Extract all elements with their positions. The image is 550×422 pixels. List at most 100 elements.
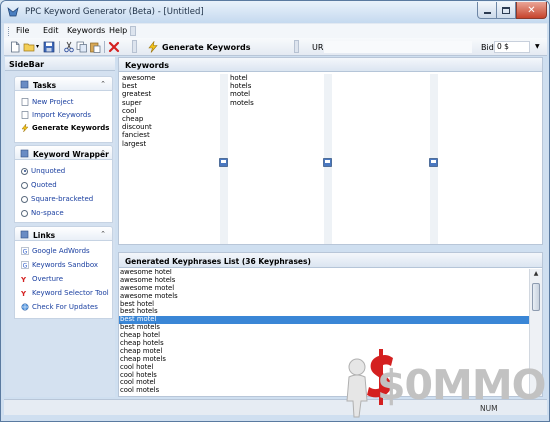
column-toggle-icon[interactable] xyxy=(219,158,228,167)
bid-input[interactable]: 0 $ xyxy=(494,41,530,53)
scrollbar-thumb[interactable] xyxy=(532,283,540,311)
keyword-item: largest xyxy=(122,139,147,148)
lightning-icon xyxy=(148,41,158,53)
list-item[interactable]: awesome motels xyxy=(119,292,529,301)
task-import-keywords[interactable]: Import Keywords xyxy=(21,111,91,119)
copy-icon[interactable] xyxy=(76,41,88,53)
list-item-selected[interactable]: best motel xyxy=(119,315,529,325)
bid-dropdown-icon[interactable]: ▼ xyxy=(535,43,540,50)
window-title: PPC Keyword Generator (Beta) - [Untitled… xyxy=(25,7,204,17)
task-generate-keywords[interactable]: Generate Keywords xyxy=(21,124,109,132)
link-label: Overture xyxy=(32,275,64,283)
keywords-header: Keywords xyxy=(119,58,542,72)
watermark-text: $0MMO xyxy=(377,361,547,409)
radio-no-space[interactable]: No-space xyxy=(21,209,64,217)
save-icon[interactable] xyxy=(43,41,55,53)
google-icon: G xyxy=(21,247,29,255)
close-icon: ✕ xyxy=(527,4,536,16)
keyword-item: fanciest xyxy=(122,131,150,140)
radio-button[interactable] xyxy=(21,209,28,217)
wrapper-panel-header[interactable]: Keyword Wrapper ⌃ xyxy=(14,145,113,160)
keyword-item: cheap xyxy=(122,115,144,124)
menu-grip[interactable] xyxy=(8,27,11,36)
collapse-icon[interactable]: ⌃ xyxy=(100,230,106,238)
column-toggle-icon[interactable] xyxy=(429,158,438,167)
results-header: Generated Keyphrases List (36 Keyphrases… xyxy=(119,253,542,268)
links-panel-header[interactable]: Links ⌃ xyxy=(14,226,113,241)
radio-square-bracketed[interactable]: Square-bracketed xyxy=(21,195,93,203)
toolbar-separator xyxy=(104,41,105,53)
link-keyword-selector-tool[interactable]: Y Keyword Selector Tool xyxy=(21,289,109,297)
radio-button[interactable] xyxy=(21,195,28,203)
maximize-button[interactable] xyxy=(497,2,516,19)
open-dropdown-icon[interactable]: ▾ xyxy=(36,43,39,50)
menu-file[interactable]: File xyxy=(16,26,29,35)
collapse-icon[interactable]: ⌃ xyxy=(100,149,106,157)
toolbar-overflow-button[interactable] xyxy=(132,40,137,53)
column-toggle-icon[interactable] xyxy=(323,158,332,167)
menu-bar: File Edit Keywords Help xyxy=(4,23,547,38)
keyword-column-2[interactable]: hotel hotels motel motels xyxy=(230,74,254,107)
radio-button[interactable] xyxy=(21,181,28,189)
link-label: Google AdWords xyxy=(32,247,90,255)
radio-button[interactable] xyxy=(21,167,28,175)
svg-text:G: G xyxy=(23,249,28,255)
radio-quoted[interactable]: Quoted xyxy=(21,181,57,189)
list-item[interactable]: best hotels xyxy=(119,308,529,316)
keyword-item: greatest xyxy=(122,90,152,99)
keyword-item: cool xyxy=(122,106,137,115)
toolbar-separator xyxy=(59,41,60,53)
list-item[interactable]: awesome hotel xyxy=(119,269,529,277)
sidebar-title: SideBar xyxy=(9,60,45,69)
list-item[interactable]: best motels xyxy=(119,323,529,332)
tasks-panel-header[interactable]: Tasks ⌃ xyxy=(14,76,113,91)
page-icon xyxy=(21,111,29,119)
tasks-panel: New Project Import Keywords Generate Key… xyxy=(14,91,113,143)
list-item[interactable]: awesome hotels xyxy=(119,276,529,285)
radio-unquoted[interactable]: Unquoted xyxy=(21,167,65,175)
links-icon xyxy=(20,230,29,239)
radio-label: Unquoted xyxy=(31,167,66,175)
scroll-up-icon[interactable]: ▲ xyxy=(531,270,541,280)
radio-label: No-space xyxy=(31,209,64,217)
task-label: Import Keywords xyxy=(32,111,92,119)
tasks-title: Tasks xyxy=(33,81,57,90)
menu-edit[interactable]: Edit xyxy=(43,26,59,35)
task-new-project[interactable]: New Project xyxy=(21,98,73,106)
list-item[interactable]: best hotel xyxy=(119,300,529,309)
new-icon[interactable] xyxy=(9,41,21,53)
links-title: Links xyxy=(33,231,56,240)
app-icon xyxy=(7,7,19,17)
menu-overflow-button[interactable] xyxy=(130,26,136,36)
collapse-icon[interactable]: ⌃ xyxy=(100,80,106,88)
keyword-column-1[interactable]: awesome best greatest super cool cheap d… xyxy=(122,74,155,148)
keyword-item: motel xyxy=(230,90,251,99)
paste-icon[interactable] xyxy=(89,41,101,53)
menu-help[interactable]: Help xyxy=(109,26,127,35)
open-icon[interactable] xyxy=(23,41,35,53)
delete-icon[interactable] xyxy=(108,41,120,53)
link-google-adwords[interactable]: G Google AdWords xyxy=(21,247,90,255)
bid-label: Bid xyxy=(481,43,494,52)
list-item[interactable]: cheap hotel xyxy=(119,331,529,340)
sidebar-header: SideBar xyxy=(5,57,115,71)
url-input[interactable] xyxy=(324,41,472,53)
link-label: Keywords Sandbox xyxy=(32,261,99,269)
link-overture[interactable]: Y Overture xyxy=(21,275,63,283)
menu-keywords[interactable]: Keywords xyxy=(67,26,105,35)
link-keywords-sandbox[interactable]: G Keywords Sandbox xyxy=(21,261,98,269)
list-item[interactable]: awesome motel xyxy=(119,284,529,293)
title-bar: PPC Keyword Generator (Beta) - [Untitled… xyxy=(1,1,549,23)
maximize-icon xyxy=(502,6,510,14)
minimize-button[interactable] xyxy=(477,2,497,19)
close-button[interactable]: ✕ xyxy=(516,2,547,19)
svg-text:G: G xyxy=(23,263,28,269)
cut-icon[interactable] xyxy=(63,41,75,53)
generate-keywords-button[interactable]: Generate Keywords xyxy=(162,43,251,52)
link-check-for-updates[interactable]: Check For Updates xyxy=(21,303,98,311)
svg-text:Y: Y xyxy=(21,276,27,283)
sidebar: SideBar Tasks ⌃ New Project Import Keywo… xyxy=(5,57,115,397)
keyword-item: best xyxy=(122,82,138,91)
panel-splitter[interactable] xyxy=(118,245,543,252)
toolbar-grip[interactable] xyxy=(294,40,299,53)
